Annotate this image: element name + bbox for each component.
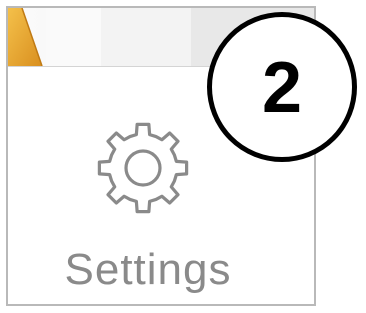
strip-segment [46, 8, 101, 66]
gear-icon [97, 122, 189, 214]
settings-label: Settings [64, 245, 232, 294]
step-number-badge: 2 [207, 12, 357, 162]
gear-outline [97, 122, 189, 214]
strip-segment [101, 8, 191, 66]
step-number: 2 [261, 48, 303, 128]
folder-corner-icon [8, 8, 43, 66]
